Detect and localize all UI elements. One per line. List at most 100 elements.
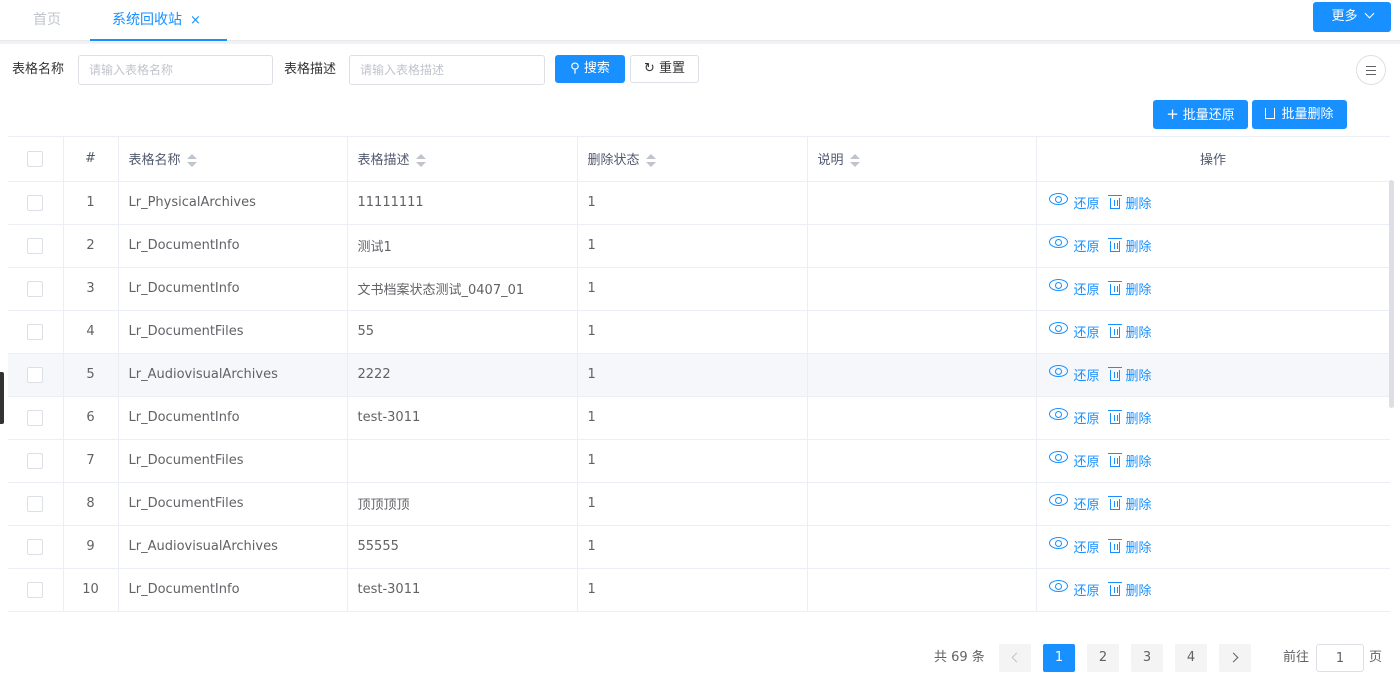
restore-button[interactable]: 还原: [1048, 322, 1100, 341]
row-ops: 还原 删除: [1036, 568, 1390, 612]
eye-icon: [1048, 494, 1068, 507]
header-note-label: 说明: [817, 153, 844, 169]
row-select-cell: [8, 224, 64, 268]
restore-button[interactable]: 还原: [1048, 537, 1100, 556]
row-desc: 文书档案状态测试_0407_01: [347, 267, 578, 311]
table-scrollbar[interactable]: [1389, 180, 1394, 408]
delete-label: 删除: [1125, 584, 1152, 600]
delete-button[interactable]: 删除: [1107, 494, 1152, 514]
delete-button[interactable]: 删除: [1107, 408, 1152, 427]
delete-button[interactable]: 删除: [1107, 537, 1152, 556]
select-all-checkbox[interactable]: [27, 150, 44, 167]
restore-button[interactable]: 还原: [1048, 236, 1100, 255]
restore-button[interactable]: 还原: [1048, 279, 1100, 298]
more-button[interactable]: 更多: [1313, 2, 1391, 32]
goto-page-input[interactable]: [1316, 644, 1364, 672]
delete-button[interactable]: 删除: [1107, 451, 1152, 470]
delete-button[interactable]: 删除: [1107, 580, 1152, 600]
sliders-icon: [1366, 66, 1376, 75]
trash-icon: [1107, 496, 1122, 511]
table-row[interactable]: 6 Lr_DocumentInfo test-3011 1 还原 删除: [8, 396, 1390, 440]
batch-restore-button[interactable]: + 批量还原: [1153, 100, 1248, 129]
page-button-1[interactable]: 1: [1043, 644, 1075, 672]
tab-recycle-bin[interactable]: 系统回收站 ×: [90, 0, 227, 41]
pagination-total: 共 69 条: [934, 650, 985, 665]
chevron-down-icon: [1364, 8, 1374, 19]
row-ops: 还原 删除: [1036, 439, 1390, 483]
table-row[interactable]: 8 Lr_DocumentFiles 顶顶顶顶 1 还原 删除: [8, 482, 1390, 526]
batch-delete-button[interactable]: 批量删除: [1252, 100, 1347, 129]
table-row[interactable]: 1 Lr_PhysicalArchives 11111111 1 还原 删除: [8, 181, 1390, 225]
row-checkbox[interactable]: [27, 581, 44, 598]
search-button-label: 搜索: [583, 61, 610, 76]
row-checkbox[interactable]: [27, 237, 44, 254]
delete-button[interactable]: 删除: [1107, 279, 1152, 298]
restore-button[interactable]: 还原: [1048, 365, 1100, 384]
trash-icon: [1107, 410, 1122, 425]
header-note[interactable]: 说明: [807, 137, 1037, 182]
table-row[interactable]: 2 Lr_DocumentInfo 测试1 1 还原 删除: [8, 224, 1390, 268]
table-row[interactable]: 9 Lr_AudiovisualArchives 55555 1 还原 删除: [8, 525, 1390, 569]
row-name: Lr_DocumentInfo: [118, 224, 348, 268]
row-status: 1: [577, 310, 808, 354]
row-select-cell: [8, 525, 64, 569]
row-checkbox[interactable]: [27, 280, 44, 297]
delete-button[interactable]: 删除: [1107, 365, 1152, 385]
sort-icon[interactable]: [849, 153, 860, 168]
trash-icon: [1263, 105, 1278, 119]
sort-icon[interactable]: [415, 153, 426, 168]
delete-button[interactable]: 删除: [1107, 193, 1152, 212]
row-checkbox[interactable]: [27, 538, 44, 555]
delete-label: 删除: [1125, 498, 1152, 514]
sort-icon[interactable]: [645, 153, 656, 168]
row-checkbox[interactable]: [27, 194, 44, 211]
trash-icon: [1107, 281, 1122, 296]
table-row[interactable]: 3 Lr_DocumentInfo 文书档案状态测试_0407_01 1 还原 删除: [8, 267, 1390, 311]
table-row[interactable]: 10 Lr_DocumentInfo test-3011 1 还原 删除: [8, 568, 1390, 612]
restore-button[interactable]: 还原: [1048, 193, 1100, 212]
next-page-button[interactable]: [1219, 644, 1251, 672]
row-select-cell: [8, 181, 64, 225]
prev-page-button[interactable]: [999, 644, 1031, 672]
restore-button[interactable]: 还原: [1048, 580, 1100, 599]
row-checkbox[interactable]: [27, 323, 44, 340]
close-icon[interactable]: ×: [190, 13, 201, 28]
table-desc-input[interactable]: [349, 55, 545, 85]
row-checkbox[interactable]: [27, 409, 44, 426]
row-checkbox[interactable]: [27, 495, 44, 512]
row-status: 1: [577, 525, 808, 569]
row-checkbox[interactable]: [27, 366, 44, 383]
row-name: Lr_DocumentInfo: [118, 396, 348, 440]
sort-icon[interactable]: [186, 153, 197, 168]
table-row[interactable]: 5 Lr_AudiovisualArchives 2222 1 还原 删除: [8, 353, 1390, 397]
row-note: [807, 267, 1037, 311]
restore-button[interactable]: 还原: [1048, 494, 1100, 513]
row-checkbox[interactable]: [27, 452, 44, 469]
tab-home[interactable]: 首页: [33, 0, 61, 41]
page-button-2[interactable]: 2: [1087, 644, 1119, 672]
page-button-3[interactable]: 3: [1131, 644, 1163, 672]
reset-button[interactable]: ↻ 重置: [630, 55, 699, 83]
trash-icon: [1107, 539, 1122, 554]
restore-label: 还原: [1073, 196, 1100, 212]
delete-label: 删除: [1125, 369, 1152, 385]
header-status[interactable]: 删除状态: [577, 137, 808, 182]
delete-button[interactable]: 删除: [1107, 322, 1152, 342]
sidebar-toggle-handle[interactable]: [0, 372, 4, 424]
header-name[interactable]: 表格名称: [118, 137, 348, 182]
restore-button[interactable]: 还原: [1048, 408, 1100, 427]
delete-label: 删除: [1125, 326, 1152, 342]
row-desc: [347, 439, 578, 483]
restore-button[interactable]: 还原: [1048, 451, 1100, 470]
table-row[interactable]: 7 Lr_DocumentFiles 1 还原 删除: [8, 439, 1390, 483]
row-ops: 还原 删除: [1036, 267, 1390, 311]
header-desc[interactable]: 表格描述: [347, 137, 578, 182]
more-button-label: 更多: [1331, 9, 1358, 24]
search-button[interactable]: ⚲ 搜索: [555, 55, 625, 83]
column-settings-button[interactable]: [1356, 55, 1386, 85]
table-row[interactable]: 4 Lr_DocumentFiles 55 1 还原 删除: [8, 310, 1390, 354]
delete-button[interactable]: 删除: [1107, 236, 1152, 255]
table-name-input[interactable]: [78, 55, 273, 85]
page-button-4[interactable]: 4: [1175, 644, 1207, 672]
main-panel: 表格名称 表格描述 ⚲ 搜索 ↻ 重置 +批量还原 批量删除 #: [0, 44, 1400, 689]
